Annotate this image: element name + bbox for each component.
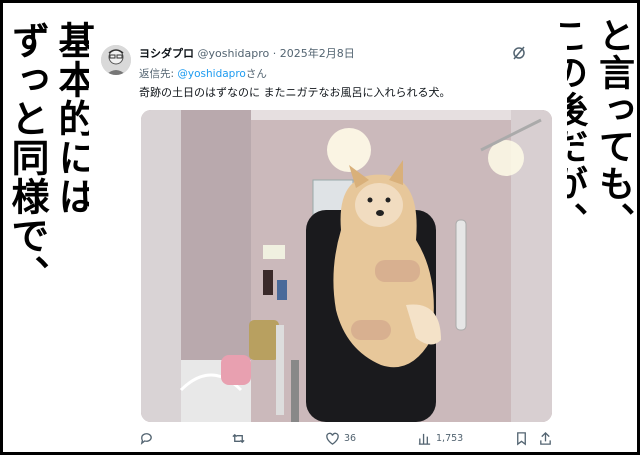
reply-icon: [140, 433, 152, 445]
share-icon: [540, 431, 551, 445]
avatar[interactable]: [101, 45, 131, 75]
like-button[interactable]: 36: [325, 431, 356, 446]
tweet-text: 奇跡の土日のはずなのに またニガテなお風呂に入れられる犬。: [139, 86, 451, 99]
retweet-icon: [232, 433, 245, 444]
retweet-button[interactable]: [231, 431, 246, 446]
overlay-text-right-1: と言っても、: [593, 17, 635, 239]
tweet-card[interactable]: ヨシダプロ @yoshidapro · 2025年2月8日 返信先: @yosh…: [89, 33, 567, 452]
overlay-text-left-2: ずっと同様で、: [5, 21, 50, 294]
separator: ·: [272, 47, 277, 60]
handle[interactable]: @yoshidapro: [198, 47, 270, 60]
tweet-date[interactable]: 2025年2月8日: [280, 47, 355, 60]
manga-panel: と言っても、 この後だが、 基本的には ずっと同様で、 ヨシダプロ @yoshi…: [0, 0, 640, 455]
tweet-photo[interactable]: [141, 110, 552, 422]
like-icon: [326, 432, 339, 445]
overlay-text-left-1: 基本的には: [52, 21, 97, 216]
reply-suffix: さん: [245, 68, 267, 80]
reply-handle-link[interactable]: @yoshidapro: [177, 68, 245, 80]
reply-prefix: 返信先:: [139, 68, 178, 80]
views-icon: [418, 433, 431, 445]
tweet-actions: 36 1,753: [139, 431, 554, 449]
tweet-header: ヨシダプロ @yoshidapro · 2025年2月8日: [139, 45, 355, 61]
like-count: 36: [344, 433, 357, 444]
views-button[interactable]: 1,753: [417, 431, 463, 446]
bookmark-icon: [517, 432, 526, 446]
bookmark-button[interactable]: [514, 431, 529, 446]
reply-to-line: 返信先: @yoshidaproさん: [139, 66, 267, 81]
reply-button[interactable]: [139, 431, 154, 446]
display-name[interactable]: ヨシダプロ: [139, 47, 194, 60]
grok-icon[interactable]: [511, 45, 527, 61]
share-button[interactable]: [538, 431, 553, 446]
view-count: 1,753: [436, 433, 464, 444]
